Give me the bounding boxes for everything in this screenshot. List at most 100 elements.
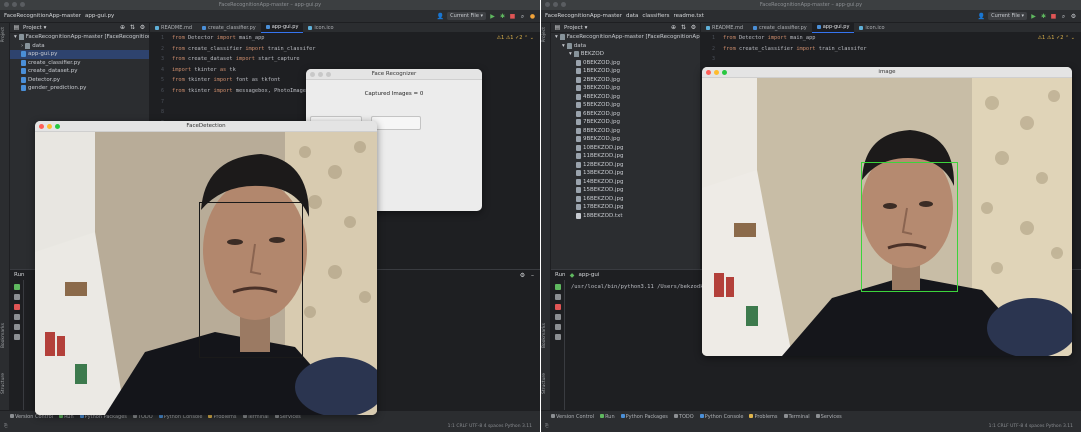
editor-tab[interactable]: README.md: [701, 23, 748, 33]
tree-item[interactable]: 6BEKZOD.jpg: [551, 110, 700, 119]
status-left-icon[interactable]: ⎘: [4, 422, 8, 432]
close-dot[interactable]: [545, 2, 550, 7]
project-tool-label[interactable]: Project: [542, 27, 547, 42]
tree-item[interactable]: create_classifier.py: [10, 59, 149, 68]
tree-item[interactable]: 17BEKZOD.jpg: [551, 203, 700, 212]
zoom-dot[interactable]: [722, 70, 727, 75]
tree-item[interactable]: 15BEKZOD.jpg: [551, 186, 700, 195]
window-controls[interactable]: [4, 2, 25, 7]
close-dot[interactable]: [4, 2, 9, 7]
tree-item[interactable]: 2BEKZOD.jpg: [551, 76, 700, 85]
locate-icon[interactable]: ⊕: [119, 24, 126, 31]
window-controls[interactable]: [39, 124, 60, 129]
code-line[interactable]: from create_classifier import train_clas…: [172, 44, 540, 55]
tool-window-run[interactable]: Run: [600, 413, 615, 420]
breadcrumb-project[interactable]: FaceRecognitionApp-master: [545, 13, 622, 19]
minimize-dot[interactable]: [47, 124, 52, 129]
chevron-icon[interactable]: ▾: [555, 33, 558, 42]
zoom-dot[interactable]: [561, 2, 566, 7]
editor-tab[interactable]: create_classifier.py: [748, 23, 812, 33]
rerun-icon[interactable]: [13, 284, 20, 290]
trash-icon[interactable]: [554, 334, 561, 340]
inspection-widget[interactable]: ⚠1 ⚠1 ✓2 ⌃ ⌄: [1038, 35, 1075, 41]
chevron-icon[interactable]: ▾: [569, 50, 572, 59]
editor-tab[interactable]: app-gui.py: [811, 23, 855, 33]
stop-icon[interactable]: ■: [509, 13, 516, 20]
print-icon[interactable]: [554, 324, 561, 330]
ai-assistant-icon[interactable]: ●: [529, 13, 536, 20]
tree-item[interactable]: create_dataset.py: [10, 67, 149, 76]
chevron-icon[interactable]: ›: [21, 42, 23, 51]
minimize-dot[interactable]: [714, 70, 719, 75]
zoom-dot[interactable]: [55, 124, 60, 129]
tree-item[interactable]: 3BEKZOD.jpg: [551, 84, 700, 93]
code-line[interactable]: from create_dataset import start_capture: [172, 54, 540, 65]
close-dot[interactable]: [39, 124, 44, 129]
bookmarks-tool-label[interactable]: Bookmarks: [542, 323, 547, 348]
tree-item[interactable]: 18BEKZOD.txt: [551, 212, 700, 221]
editor-tab[interactable]: README.md: [150, 23, 197, 33]
hide-panel-icon[interactable]: –: [529, 272, 536, 279]
tool-window-python-console[interactable]: Python Console: [699, 413, 743, 420]
minimize-dot[interactable]: [12, 2, 17, 7]
run-config-tab[interactable]: app-gui: [579, 272, 600, 278]
breadcrumb-data[interactable]: data: [626, 13, 638, 19]
chevron-icon[interactable]: ▾: [562, 42, 565, 51]
run-icon[interactable]: ▶: [1030, 13, 1037, 20]
tree-item[interactable]: ▾ FaceRecognitionApp-master [FaceRecognit…: [551, 33, 700, 42]
debug-icon[interactable]: ✱: [499, 13, 506, 20]
trash-icon[interactable]: [13, 334, 20, 340]
tree-item[interactable]: ▾ BEKZOD: [551, 50, 700, 59]
code-line[interactable]: from Detector import main_app: [172, 33, 540, 44]
status-left-icon[interactable]: ⎘: [545, 422, 549, 432]
tree-item[interactable]: Detector.py: [10, 76, 149, 85]
tree-item[interactable]: 10BEKZOD.jpg: [551, 144, 700, 153]
collapse-icon[interactable]: ⇅: [680, 24, 687, 31]
run-icon[interactable]: ▶: [489, 13, 496, 20]
breadcrumb-classifiers[interactable]: classifiers: [642, 13, 669, 19]
soft-wrap-icon[interactable]: [13, 314, 20, 320]
close-dot[interactable]: [706, 70, 711, 75]
status-info[interactable]: 1:1 CRLF UTF-8 4 spaces Python 3.11: [448, 422, 532, 432]
recognizer-button-2[interactable]: [371, 116, 421, 130]
inspection-widget[interactable]: ⚠1 ⚠1 ✓2 ⌃ ⌄: [497, 35, 534, 41]
gear-icon[interactable]: ⚙: [519, 272, 526, 279]
tree-item[interactable]: 14BEKZOD.jpg: [551, 178, 700, 187]
print-icon[interactable]: [13, 324, 20, 330]
tool-window-python-packages[interactable]: Python Packages: [620, 413, 668, 420]
editor-tab[interactable]: icon.ico: [303, 23, 338, 33]
structure-tool-label[interactable]: Structure: [1, 373, 6, 394]
wrench-icon[interactable]: [554, 294, 561, 300]
code-line[interactable]: from create_classifier import train_clas…: [723, 44, 1081, 55]
status-info[interactable]: 1:1 CRLF UTF-8 4 spaces Python 3.11: [989, 422, 1073, 432]
tree-item[interactable]: 0BEKZOD.jpg: [551, 59, 700, 68]
rerun-icon[interactable]: [554, 284, 561, 290]
gear-icon[interactable]: ⚙: [139, 24, 146, 31]
tree-item[interactable]: › data: [10, 42, 149, 51]
structure-tool-label[interactable]: Structure: [542, 373, 547, 394]
window-controls[interactable]: [310, 72, 331, 77]
project-view-select[interactable]: Project ▾: [564, 25, 587, 31]
zoom-dot[interactable]: [20, 2, 25, 7]
breadcrumb-file[interactable]: readme.txt: [674, 13, 704, 19]
tool-window-todo[interactable]: TODO: [673, 413, 694, 420]
collapse-icon[interactable]: ⇅: [129, 24, 136, 31]
debug-icon[interactable]: ✱: [1040, 13, 1047, 20]
gear-icon[interactable]: ⚙: [1070, 13, 1077, 20]
tree-item[interactable]: 16BEKZOD.jpg: [551, 195, 700, 204]
minimize-dot[interactable]: [318, 72, 323, 77]
code-line[interactable]: from Detector import main_app: [723, 33, 1081, 44]
project-tool-label[interactable]: Project: [1, 27, 6, 42]
stop-icon[interactable]: [554, 304, 561, 310]
wrench-icon[interactable]: [13, 294, 20, 300]
tree-item[interactable]: 13BEKZOD.jpg: [551, 169, 700, 178]
stop-icon[interactable]: ■: [1050, 13, 1057, 20]
soft-wrap-icon[interactable]: [554, 314, 561, 320]
tree-item[interactable]: ▾ FaceRecognitionApp-master [FaceRecognit…: [10, 33, 149, 42]
tool-window-version-control[interactable]: Version Control: [551, 413, 594, 420]
editor-tab[interactable]: icon.ico: [854, 23, 889, 33]
tree-item[interactable]: 11BEKZOD.jpg: [551, 152, 700, 161]
search-icon[interactable]: ⌕: [519, 13, 526, 20]
tool-window-services[interactable]: Services: [815, 413, 842, 420]
run-config-select[interactable]: Current File ▾: [988, 12, 1027, 20]
